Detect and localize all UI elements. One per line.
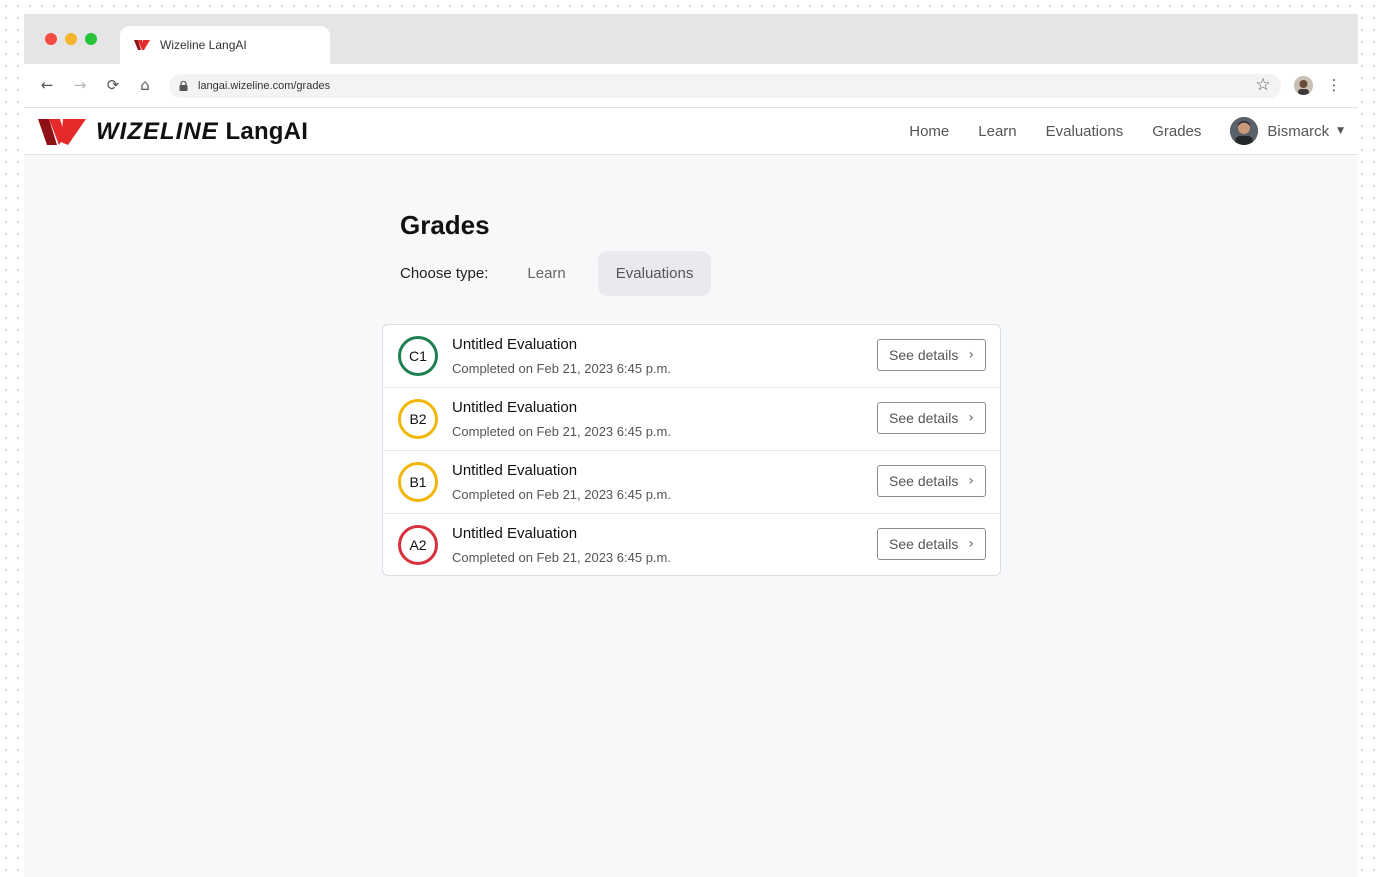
maximize-window-button[interactable] [85,33,97,45]
chevron-right-icon: › [968,410,974,426]
nav-learn[interactable]: Learn [978,123,1016,140]
home-button[interactable]: ⌂ [134,74,156,96]
grade-badge: A2 [398,525,438,565]
tab-evaluations[interactable]: Evaluations [597,251,712,296]
lock-icon [179,81,188,91]
see-details-label: See details [889,410,959,426]
evaluation-title: Untitled Evaluation [452,525,578,542]
forward-button[interactable]: → [69,74,91,96]
close-window-button[interactable] [45,33,57,45]
see-details-button[interactable]: See details › [877,339,986,371]
see-details-label: See details [889,536,959,552]
grades-list: C1 Untitled Evaluation Completed on Feb … [382,324,1001,576]
address-bar[interactable]: langai.wizeline.com/grades [169,74,1281,98]
page-title: Grades [400,210,490,240]
user-name: Bismarck [1267,122,1330,140]
see-details-label: See details [889,473,959,489]
completed-date: Completed on Feb 21, 2023 6:45 p.m. [452,424,671,439]
app-header: WIZELINE LangAI Home Learn Evaluations G… [24,108,1358,155]
main-nav: Home Learn Evaluations Grades Bismarck ▼ [880,108,1344,154]
list-item: C1 Untitled Evaluation Completed on Feb … [383,325,1000,388]
completed-date: Completed on Feb 21, 2023 6:45 p.m. [452,550,671,565]
reload-button[interactable]: ⟳ [102,74,124,96]
list-item: B2 Untitled Evaluation Completed on Feb … [383,388,1000,451]
minimize-window-button[interactable] [65,33,77,45]
url-text: langai.wizeline.com/grades [198,80,331,92]
brand-logo[interactable]: WIZELINE LangAI [38,116,308,148]
type-selector: Choose type: Learn Evaluations [400,251,712,296]
grade-badge: B2 [398,399,438,439]
grade-badge: B1 [398,462,438,502]
see-details-button[interactable]: See details › [877,402,986,434]
bookmark-star-icon[interactable]: ☆ [1252,74,1274,96]
brand-name: WIZELINE LangAI [96,118,308,146]
brand-bold-text: WIZELINE [96,118,219,145]
evaluation-title: Untitled Evaluation [452,399,578,416]
nav-grades[interactable]: Grades [1152,123,1201,140]
user-menu[interactable]: Bismarck ▼ [1230,117,1344,145]
browser-menu-icon[interactable]: ⋮ [1326,74,1342,96]
completed-date: Completed on Feb 21, 2023 6:45 p.m. [452,361,671,376]
chevron-right-icon: › [968,473,974,489]
chevron-down-icon: ▼ [1337,126,1344,136]
profile-face-icon [1294,76,1313,95]
user-face-icon [1230,117,1259,145]
tab-strip: Wizeline LangAI [24,14,1358,64]
tab-title: Wizeline LangAI [160,38,247,52]
list-item: B1 Untitled Evaluation Completed on Feb … [383,451,1000,514]
see-details-label: See details [889,347,959,363]
chevron-right-icon: › [968,347,974,363]
evaluation-title: Untitled Evaluation [452,462,578,479]
completed-date: Completed on Feb 21, 2023 6:45 p.m. [452,487,671,502]
wizeline-logo-icon [38,119,86,145]
tab-learn[interactable]: Learn [509,251,583,296]
nav-home[interactable]: Home [909,123,949,140]
see-details-button[interactable]: See details › [877,465,986,497]
nav-evaluations[interactable]: Evaluations [1046,123,1124,140]
choose-type-label: Choose type: [400,265,489,282]
back-button[interactable]: ← [36,74,58,96]
chevron-right-icon: › [968,536,974,552]
browser-tab[interactable]: Wizeline LangAI [120,26,330,64]
user-avatar [1230,117,1259,145]
grade-badge: C1 [398,336,438,376]
evaluation-title: Untitled Evaluation [452,336,578,353]
browser-profile-avatar[interactable] [1294,76,1313,95]
browser-toolbar: ← → ⟳ ⌂ langai.wizeline.com/grades ☆ ⋮ [24,64,1358,108]
see-details-button[interactable]: See details › [877,528,986,560]
brand-light-text: LangAI [225,118,309,145]
wizeline-favicon-icon [134,40,150,50]
list-item: A2 Untitled Evaluation Completed on Feb … [383,514,1000,575]
browser-window: Wizeline LangAI ← → ⟳ ⌂ langai.wizeline.… [24,14,1358,877]
